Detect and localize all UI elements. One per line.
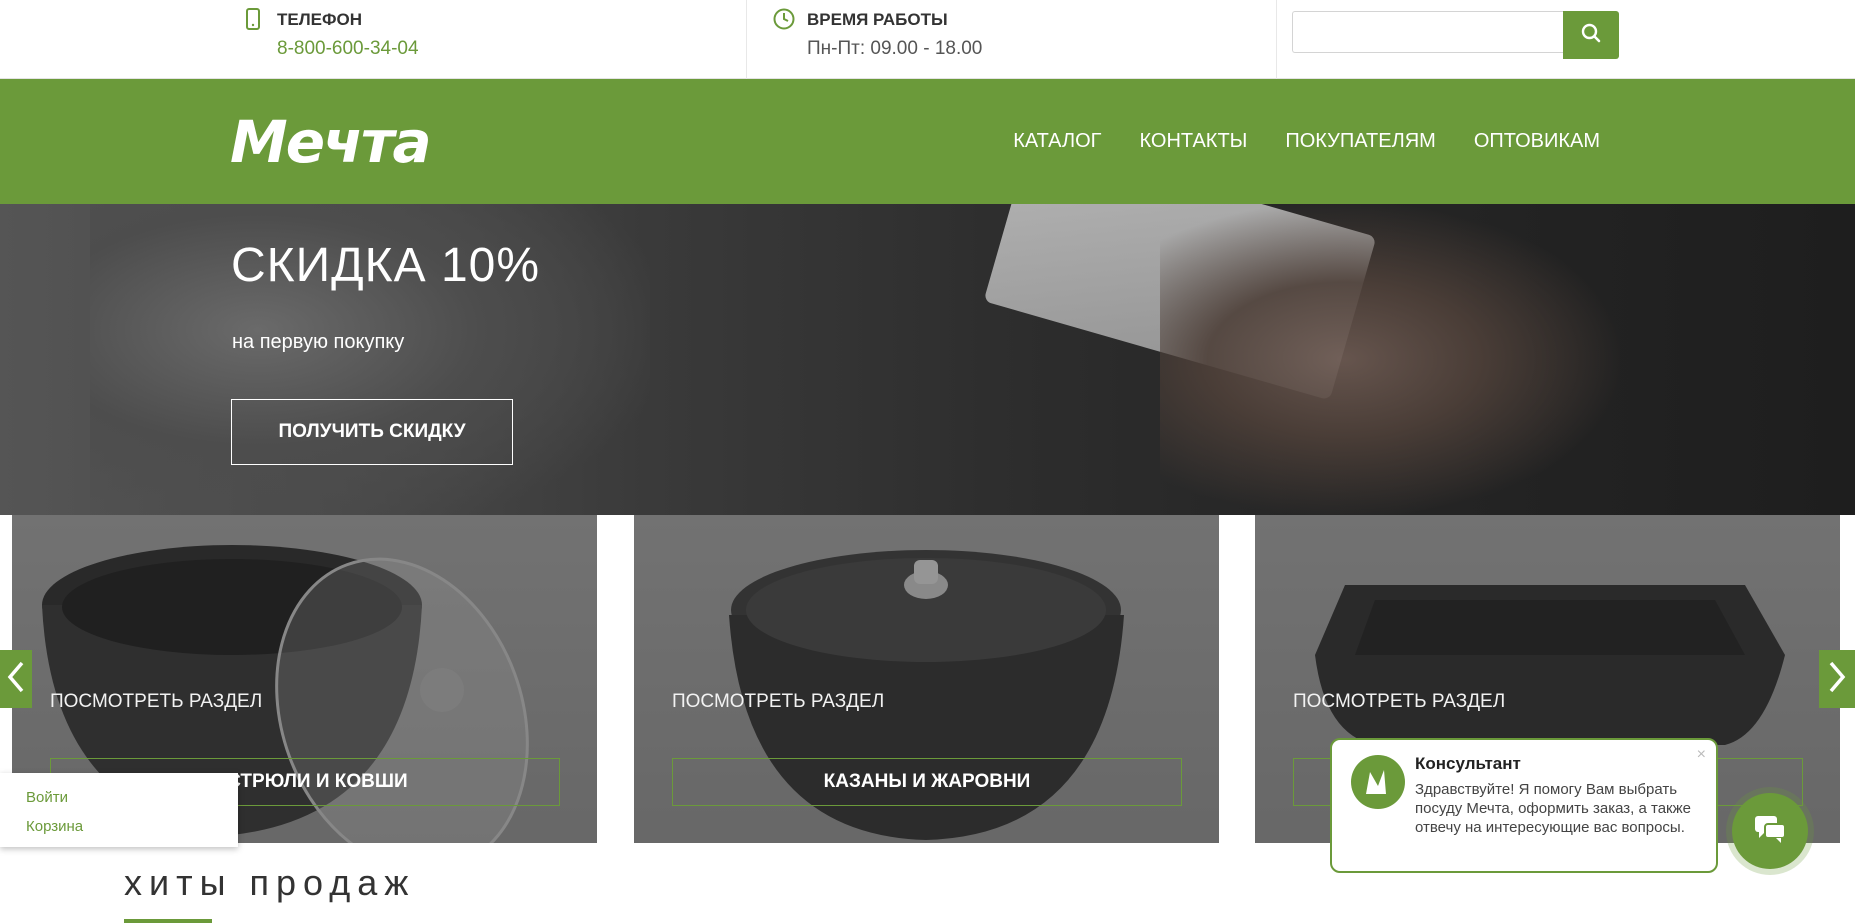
chat-bubbles-icon xyxy=(1753,814,1787,849)
hours-title: ВРЕМЯ РАБОТЫ xyxy=(807,10,948,29)
hours-block: ВРЕМЯ РАБОТЫ Пн-Пт: 09.00 - 18.00 xyxy=(746,0,1276,79)
phone-block: ТЕЛЕФОН 8-800-600-34-04 xyxy=(246,0,746,79)
tile-view-label: ПОСМОТРЕТЬ РАЗДЕЛ xyxy=(1293,691,1506,712)
user-menu-popup: Войти Корзина xyxy=(0,773,238,847)
chevron-left-icon xyxy=(7,660,25,699)
hero-banner: СКИДКА 10% на первую покупку ПОЛУЧИТЬ СК… xyxy=(0,204,1855,515)
hero-background-hand xyxy=(1160,204,1620,515)
chevron-right-icon xyxy=(1828,660,1846,699)
hero-title: СКИДКА 10% xyxy=(231,239,541,292)
main-header: Мечта КАТАЛОГ КОНТАКТЫ ПОКУПАТЕЛЯМ ОПТОВ… xyxy=(0,79,1855,204)
hero-subtitle: на первую покупку xyxy=(232,331,405,353)
category-tile-kazans[interactable]: ПОСМОТРЕТЬ РАЗДЕЛ КАЗАНЫ И ЖАРОВНИ xyxy=(634,515,1219,843)
top-info-bar: ТЕЛЕФОН 8-800-600-34-04 ВРЕМЯ РАБОТЫ Пн-… xyxy=(0,0,1855,79)
consultant-avatar xyxy=(1351,755,1405,809)
logo-text: Мечта xyxy=(230,108,432,176)
tile-view-label: ПОСМОТРЕТЬ РАЗДЕЛ xyxy=(672,691,885,712)
tile-caption[interactable]: КАЗАНЫ И ЖАРОВНИ xyxy=(672,758,1182,806)
nav-wholesale[interactable]: ОПТОВИКАМ xyxy=(1474,130,1600,153)
consultant-popup[interactable]: Консультант Здравствуйте! Я помогу Вам в… xyxy=(1330,738,1718,873)
nav-contacts[interactable]: КОНТАКТЫ xyxy=(1139,130,1247,153)
clock-icon xyxy=(773,8,795,30)
slider-next-button[interactable] xyxy=(1819,650,1855,708)
login-link[interactable]: Войти xyxy=(26,789,68,806)
nav-catalog[interactable]: КАТАЛОГ xyxy=(1013,130,1101,153)
search-button[interactable] xyxy=(1563,11,1619,59)
search-icon xyxy=(1581,23,1601,48)
main-nav: КАТАЛОГ КОНТАКТЫ ПОКУПАТЕЛЯМ ОПТОВИКАМ xyxy=(1013,130,1600,153)
search-block xyxy=(1276,0,1676,79)
nav-customers[interactable]: ПОКУПАТЕЛЯМ xyxy=(1285,130,1435,153)
phone-icon xyxy=(246,8,262,30)
get-discount-button[interactable]: ПОЛУЧИТЬ СКИДКУ xyxy=(231,399,513,465)
logo[interactable]: Мечта xyxy=(230,109,455,175)
tile-view-label: ПОСМОТРЕТЬ РАЗДЕЛ xyxy=(50,691,263,712)
close-icon[interactable]: × xyxy=(1697,746,1706,764)
title-underline xyxy=(124,919,212,923)
chat-button[interactable] xyxy=(1732,793,1808,869)
cart-link[interactable]: Корзина xyxy=(26,818,83,835)
leaf-logo-icon xyxy=(1366,770,1386,794)
consultant-name: Консультант xyxy=(1415,754,1521,773)
hours-value: Пн-Пт: 09.00 - 18.00 xyxy=(807,38,983,59)
search-input[interactable] xyxy=(1292,11,1564,53)
bestsellers-title: хиты продаж xyxy=(124,862,416,903)
consultant-message: Здравствуйте! Я помогу Вам выбрать посуд… xyxy=(1415,781,1691,836)
phone-number-link[interactable]: 8-800-600-34-04 xyxy=(277,38,419,60)
phone-title: ТЕЛЕФОН xyxy=(277,10,362,29)
slider-prev-button[interactable] xyxy=(0,650,32,708)
